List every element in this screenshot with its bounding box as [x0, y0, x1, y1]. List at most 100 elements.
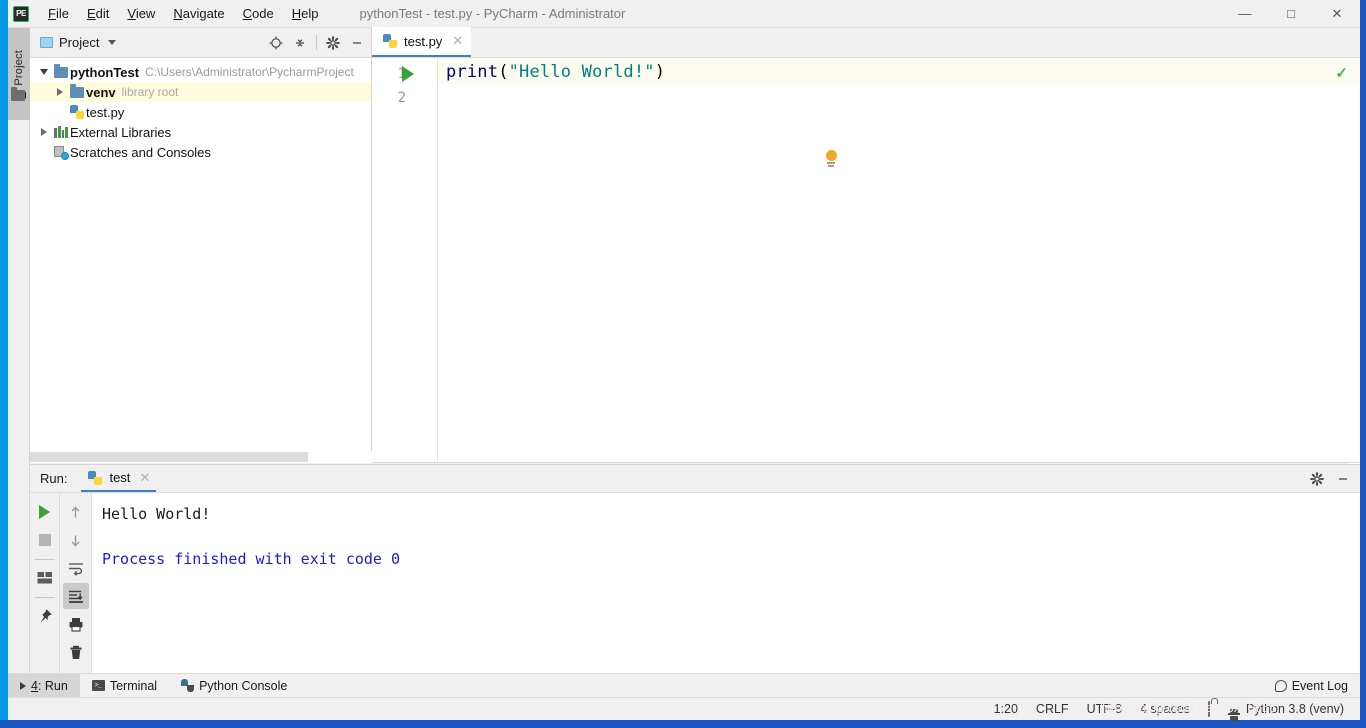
menu-edit[interactable]: Edit [78, 2, 118, 25]
line-number-1: 1 [397, 66, 406, 82]
expand-collapse-icon[interactable] [36, 128, 52, 136]
scrollbar-thumb[interactable] [30, 452, 308, 462]
tree-node-testpy[interactable]: test.py [30, 102, 371, 122]
up-arrow-button[interactable] [63, 499, 89, 525]
hide-panel-icon[interactable] [346, 32, 368, 54]
project-panel-header: Project [30, 28, 371, 58]
project-panel-title: Project [59, 35, 100, 50]
event-log-icon [1274, 679, 1287, 692]
tree-node-external-libraries[interactable]: External Libraries [30, 122, 371, 142]
sidebar-item-project[interactable]: 1: Project [8, 28, 30, 120]
chevron-down-icon[interactable] [108, 40, 117, 45]
run-tab-test[interactable]: test ✕ [81, 465, 157, 492]
close-button[interactable]: ✕ [1314, 0, 1360, 28]
tree-node-path: C:\Users\Administrator\PycharmProject [145, 65, 354, 79]
pin-tab-button[interactable] [32, 603, 58, 629]
event-log-label: Event Log [1291, 678, 1348, 693]
editor-scrollbar-track[interactable] [1348, 88, 1360, 493]
run-actions-toolbar [30, 493, 60, 676]
code-open-paren: ( [498, 62, 509, 82]
run-panel-toolbar [1306, 468, 1360, 490]
bottom-tab-python-console[interactable]: Python Console [169, 674, 299, 698]
tree-node-scratches-and-consoles[interactable]: Scratches and Consoles [30, 142, 371, 162]
menu-navigate[interactable]: Navigate [164, 2, 233, 25]
event-log-button[interactable]: Event Log [1274, 678, 1360, 693]
status-caret-position[interactable]: 1:20 [985, 702, 1027, 716]
status-indent[interactable]: 4 spaces [1131, 702, 1199, 716]
code-line-1: print("Hello World!") [446, 62, 665, 82]
project-horizontal-scrollbar[interactable] [30, 451, 372, 463]
lightbulb-icon[interactable] [824, 150, 838, 168]
tree-node-label: Scratches and Consoles [70, 144, 211, 160]
print-button[interactable] [63, 611, 89, 637]
left-accent-strip [0, 0, 8, 728]
project-title-group[interactable]: Project [30, 35, 117, 50]
scratches-icon [52, 145, 70, 160]
menu-file[interactable]: File [39, 2, 78, 25]
title-bar: PE File Edit View Navigate Code Help pyt… [8, 0, 1360, 28]
project-panel-toolbar [265, 32, 371, 54]
clear-all-button[interactable] [63, 639, 89, 665]
menu-code[interactable]: Code [234, 2, 283, 25]
lock-icon[interactable] [1199, 701, 1219, 717]
tree-node-venv[interactable]: venv library root [30, 82, 371, 102]
console-output[interactable]: Hello World! Process finished with exit … [92, 493, 1360, 676]
editor-tab-bar: test.py ✕ [372, 27, 1360, 58]
python-file-icon [87, 470, 103, 485]
bottom-accent-strip [0, 720, 1366, 728]
folder-icon [11, 87, 25, 101]
collapse-all-icon[interactable] [289, 32, 311, 54]
code-close-paren: ) [654, 62, 666, 82]
inspection-status-icon[interactable]: ✓ [1335, 64, 1348, 82]
toolbar-divider [316, 35, 317, 50]
tree-node-label: pythonTest [70, 64, 140, 80]
expand-collapse-icon[interactable] [36, 69, 52, 75]
status-line-separator[interactable]: CRLF [1027, 702, 1078, 716]
stop-button[interactable] [32, 527, 58, 553]
run-tool-window: Run: test ✕ Hello World! Process finishe… [30, 464, 1360, 676]
scroll-to-end-button[interactable] [62, 583, 89, 609]
editor-tab-testpy[interactable]: test.py ✕ [372, 27, 472, 57]
code-editor[interactable]: 1 2 print("Hello World!") ✓ [372, 58, 1360, 493]
toolbar-divider [34, 597, 55, 598]
tree-node-pythontest[interactable]: pythonTest C:\Users\Administrator\Pychar… [30, 62, 371, 82]
close-icon[interactable]: ✕ [139, 470, 150, 486]
maximize-button[interactable]: □ [1268, 0, 1314, 28]
status-bar: 1:20 CRLF UTF-8 4 spaces Python 3.8 (ven… [8, 697, 1360, 721]
menu-view[interactable]: View [118, 2, 164, 25]
bottom-tab-run[interactable]: 4: Run [8, 673, 80, 698]
editor-gutter[interactable]: 1 2 [372, 58, 438, 463]
code-function-name: print [446, 62, 499, 82]
close-icon[interactable]: ✕ [452, 33, 463, 49]
tree-node-tag: library root [121, 85, 179, 99]
settings-gear-icon[interactable] [322, 32, 344, 54]
tree-node-label: venv [86, 84, 116, 100]
terminal-icon: >_ [91, 680, 105, 691]
expand-collapse-icon[interactable] [52, 88, 68, 96]
toolbar-divider [34, 559, 55, 560]
libraries-icon [52, 126, 70, 138]
editor-bottom-divider [372, 462, 1360, 463]
editor-tab-label: test.py [404, 33, 443, 49]
minimize-button[interactable]: — [1222, 0, 1268, 28]
bottom-tab-terminal[interactable]: >_ Terminal [80, 674, 169, 698]
down-arrow-button[interactable] [63, 527, 89, 553]
console-line: Hello World! [102, 505, 211, 523]
window-controls: — □ ✕ [1222, 0, 1360, 28]
status-encoding[interactable]: UTF-8 [1078, 702, 1131, 716]
rerun-button[interactable] [32, 499, 58, 525]
run-triangle-icon [20, 681, 26, 690]
menu-help[interactable]: Help [283, 2, 328, 25]
python-file-icon [68, 105, 86, 119]
python-file-icon [382, 34, 398, 48]
soft-wrap-button[interactable] [63, 555, 89, 581]
status-interpreter[interactable]: Python 3.8 (venv) [1237, 702, 1360, 716]
run-gutter-icon[interactable] [402, 66, 414, 82]
project-tool-window: Project pythonTest C:\Users\Administrato… [30, 28, 372, 463]
settings-gear-icon[interactable] [1306, 468, 1328, 490]
locate-icon[interactable] [265, 32, 287, 54]
hide-panel-icon[interactable] [1332, 468, 1354, 490]
layout-button[interactable] [32, 565, 58, 591]
console-actions-toolbar [60, 493, 92, 676]
